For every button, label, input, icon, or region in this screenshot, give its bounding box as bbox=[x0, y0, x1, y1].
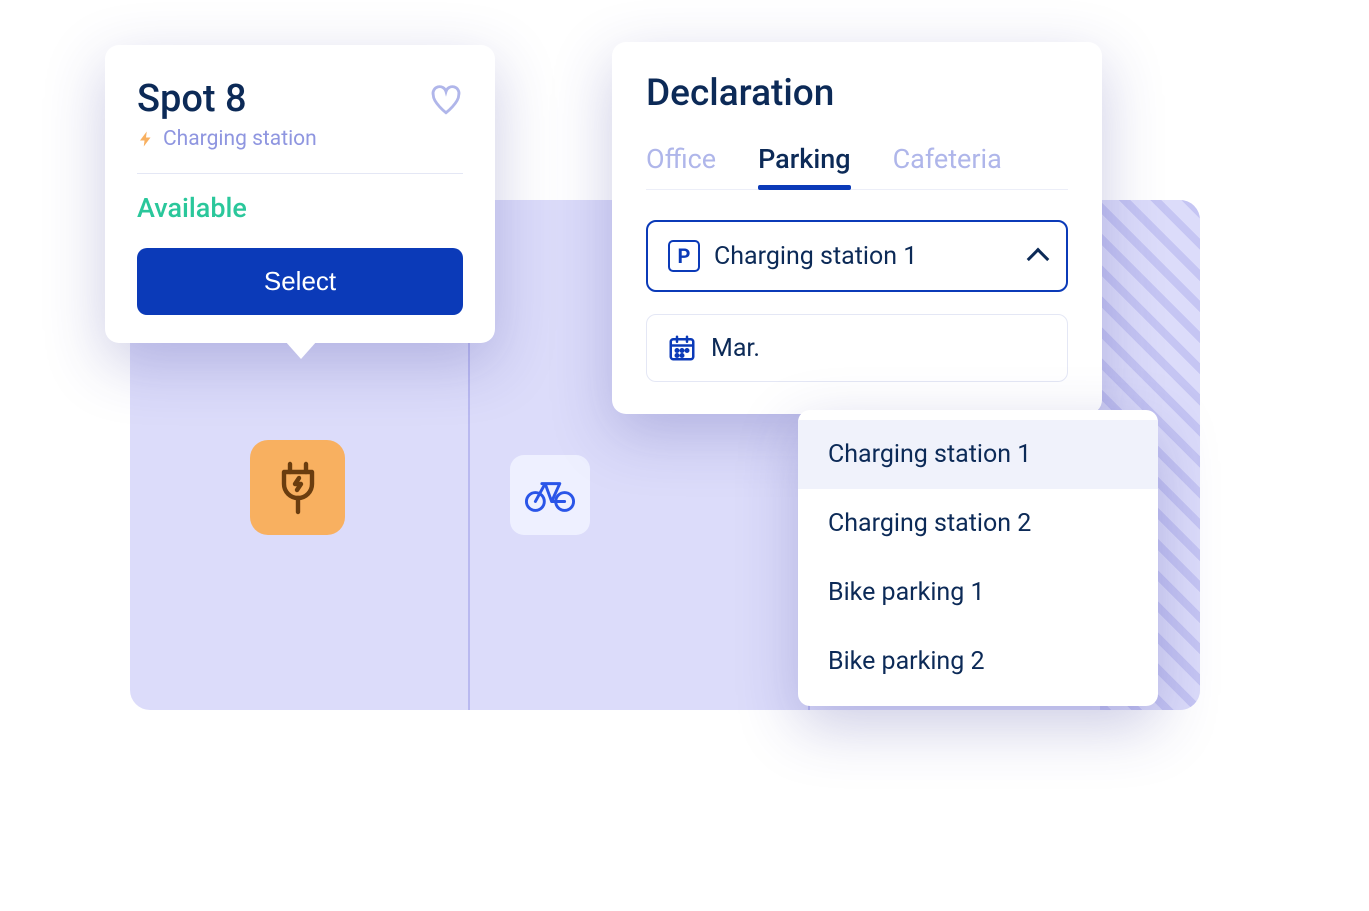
bicycle-icon bbox=[524, 475, 576, 515]
parking-icon: P bbox=[668, 240, 700, 272]
parking-select-value: Charging station 1 bbox=[714, 242, 1016, 271]
dropdown-option[interactable]: Bike parking 2 bbox=[798, 627, 1158, 696]
select-button[interactable]: Select bbox=[137, 248, 463, 315]
divider bbox=[137, 173, 463, 174]
spot-status: Available bbox=[137, 192, 463, 224]
chevron-up-icon bbox=[1027, 248, 1050, 271]
charging-spot-marker[interactable] bbox=[250, 440, 345, 535]
spot-title: Spot 8 bbox=[137, 77, 317, 121]
date-value: Mar. bbox=[711, 334, 760, 363]
spot-popover: Spot 8 Charging station Available Select bbox=[105, 45, 495, 343]
declaration-card: Declaration Office Parking Cafeteria P C… bbox=[612, 42, 1102, 414]
heart-icon[interactable] bbox=[429, 83, 463, 117]
tab-office[interactable]: Office bbox=[646, 143, 716, 189]
tab-cafeteria[interactable]: Cafeteria bbox=[893, 143, 1002, 189]
bolt-icon bbox=[137, 128, 155, 150]
date-select[interactable]: Mar. bbox=[646, 314, 1068, 382]
bike-spot-marker[interactable] bbox=[510, 455, 590, 535]
dropdown-option[interactable]: Charging station 1 bbox=[798, 420, 1158, 489]
spot-subtype: Charging station bbox=[163, 127, 317, 151]
calendar-icon bbox=[667, 333, 697, 363]
tab-parking[interactable]: Parking bbox=[758, 143, 850, 189]
parking-dropdown: Charging station 1 Charging station 2 Bi… bbox=[798, 410, 1158, 706]
plug-icon bbox=[272, 460, 324, 516]
declaration-tabs: Office Parking Cafeteria bbox=[646, 143, 1068, 190]
parking-select[interactable]: P Charging station 1 bbox=[646, 220, 1068, 292]
declaration-title: Declaration bbox=[646, 72, 1068, 115]
dropdown-option[interactable]: Charging station 2 bbox=[798, 489, 1158, 558]
dropdown-option[interactable]: Bike parking 1 bbox=[798, 558, 1158, 627]
